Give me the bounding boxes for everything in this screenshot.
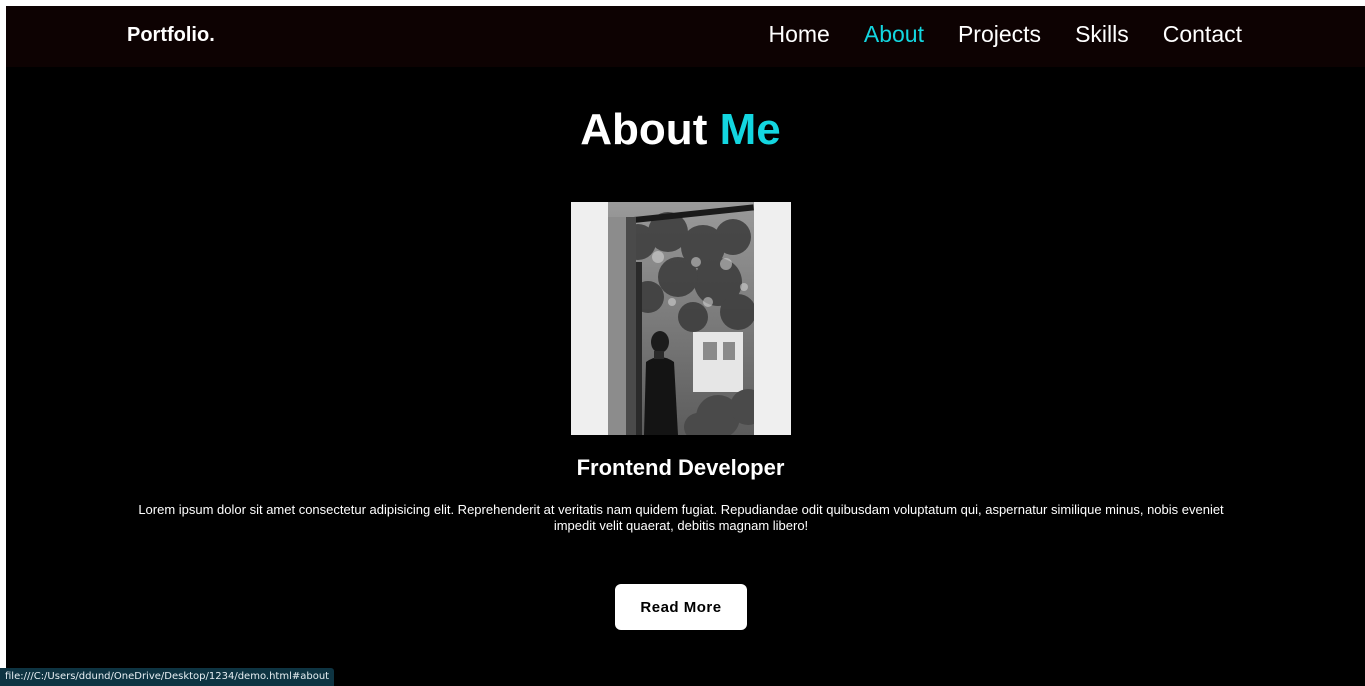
nav-link-projects[interactable]: Projects	[958, 20, 1041, 48]
logo[interactable]: Portfolio.	[127, 22, 215, 48]
nav-links: Home About Projects Skills Contact	[735, 20, 1243, 48]
about-heading-accent: Me	[719, 105, 781, 154]
page-viewport: Portfolio. Home About Projects Skills Co…	[6, 6, 1365, 686]
role-title: Frontend Developer	[576, 455, 785, 480]
navbar: Portfolio. Home About Projects Skills Co…	[6, 6, 1365, 67]
profile-photo	[608, 202, 754, 435]
nav-link-contact[interactable]: Contact	[1163, 20, 1242, 48]
nav-link-skills[interactable]: Skills	[1075, 20, 1129, 48]
nav-link-home[interactable]: Home	[769, 20, 830, 48]
about-heading: About Me	[6, 104, 1355, 156]
about-description: Lorem ipsum dolor sit amet consectetur a…	[138, 502, 1224, 533]
profile-photo-frame	[571, 202, 791, 435]
nav-link-about[interactable]: About	[864, 20, 924, 48]
about-heading-main: About	[580, 105, 708, 154]
profile-photo-image	[608, 202, 754, 435]
read-more-button[interactable]: Read More	[615, 584, 747, 630]
browser-status-bar: file:///C:/Users/ddund/OneDrive/Desktop/…	[0, 668, 335, 686]
